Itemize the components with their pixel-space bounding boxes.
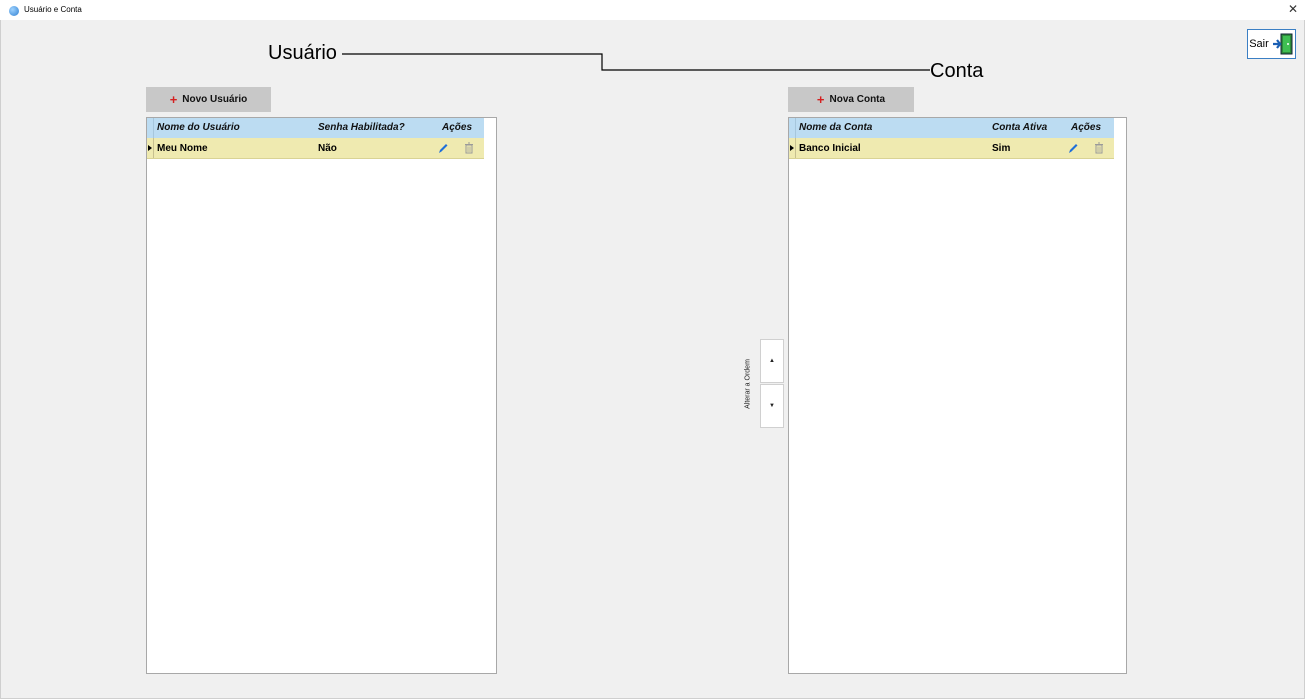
column-header-account-active[interactable]: Conta Ativa	[992, 122, 1047, 133]
column-header-account-name[interactable]: Nome da Conta	[799, 122, 872, 133]
delete-trash-icon[interactable]	[1093, 141, 1105, 155]
section-connector-line	[342, 53, 930, 71]
arrow-up-icon: ▲	[769, 358, 775, 364]
table-row[interactable]: Banco Inicial Sim	[789, 138, 1114, 159]
table-row[interactable]: Meu Nome Não	[147, 138, 484, 159]
password-enabled-cell: Não	[318, 143, 337, 154]
edit-pencil-icon[interactable]	[1067, 141, 1079, 155]
move-down-button[interactable]: ▼	[760, 384, 784, 428]
users-grid[interactable]: Nome do Usuário Senha Habilitada? Ações …	[146, 117, 497, 674]
user-name-cell: Meu Nome	[157, 143, 208, 154]
account-name-cell: Banco Inicial	[799, 143, 861, 154]
accounts-grid-header: Nome da Conta Conta Ativa Ações	[789, 118, 1114, 138]
plus-icon: +	[169, 92, 178, 107]
column-header-actions[interactable]: Ações	[442, 122, 472, 133]
column-header-password-enabled[interactable]: Senha Habilitada?	[318, 122, 405, 133]
accounts-grid[interactable]: Nome da Conta Conta Ativa Ações Banco In…	[788, 117, 1127, 674]
new-user-button[interactable]: + Novo Usuário	[146, 87, 271, 112]
row-selector-marker	[147, 138, 154, 158]
plus-icon: +	[816, 92, 825, 107]
users-grid-header: Nome do Usuário Senha Habilitada? Ações	[147, 118, 484, 138]
header-marker	[789, 118, 796, 138]
new-user-button-label: Novo Usuário	[182, 94, 248, 105]
header-marker	[147, 118, 154, 138]
account-active-cell: Sim	[992, 143, 1011, 154]
change-order-label: Alterar a Ordem	[744, 359, 752, 409]
column-header-actions[interactable]: Ações	[1071, 122, 1101, 133]
new-account-button-label: Nova Conta	[829, 94, 886, 105]
delete-trash-icon[interactable]	[463, 141, 475, 155]
arrow-down-icon: ▼	[769, 403, 775, 409]
edit-pencil-icon[interactable]	[437, 141, 449, 155]
move-up-button[interactable]: ▲	[760, 339, 784, 383]
column-header-user-name[interactable]: Nome do Usuário	[157, 122, 240, 133]
row-selector-marker	[789, 138, 796, 158]
new-account-button[interactable]: + Nova Conta	[788, 87, 914, 112]
